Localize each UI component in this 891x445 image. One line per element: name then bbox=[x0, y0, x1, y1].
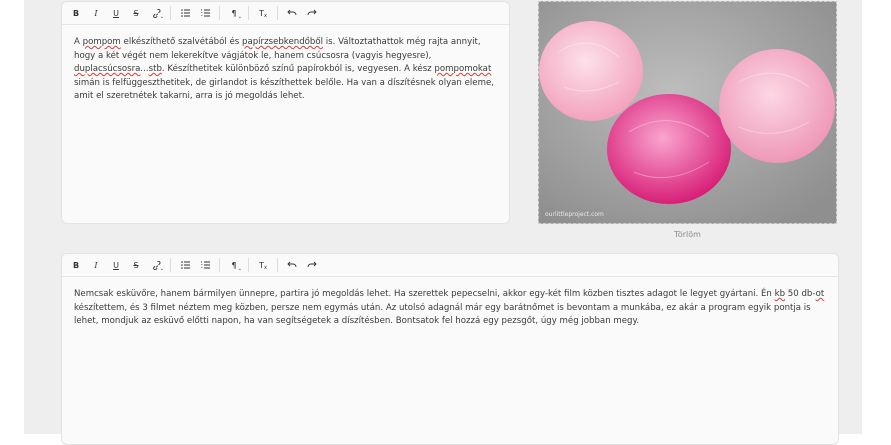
spellcheck-word: pompomokat bbox=[434, 64, 492, 74]
spellcheck-word: stb bbox=[148, 64, 162, 74]
undo-button[interactable] bbox=[282, 3, 302, 23]
delete-image-link[interactable]: Törlöm bbox=[538, 230, 837, 239]
toolbar-divider bbox=[170, 6, 171, 20]
toolbar-divider bbox=[277, 258, 278, 272]
text-editor-1[interactable]: B I U S ⌄ ¶ ⌄ Tx A pompom elkészíthető sz… bbox=[61, 1, 510, 224]
redo-button[interactable] bbox=[302, 255, 322, 275]
editor-toolbar: B I U S ⌄ ¶ ⌄ Tx bbox=[62, 2, 509, 25]
numbered-list-button[interactable] bbox=[195, 255, 215, 275]
link-button[interactable]: ⌄ bbox=[146, 255, 166, 275]
redo-icon bbox=[307, 9, 317, 16]
paragraph-icon: ¶ bbox=[231, 260, 237, 270]
italic-button[interactable]: I bbox=[86, 255, 106, 275]
bullet-list-icon bbox=[180, 9, 190, 17]
editor-toolbar: B I U S ⌄ ¶ ⌄ Tx bbox=[62, 254, 838, 277]
toolbar-divider bbox=[170, 258, 171, 272]
bullet-list-icon bbox=[180, 261, 190, 269]
paragraph-button[interactable]: ¶ ⌄ bbox=[224, 3, 244, 23]
pale-pink-pompom bbox=[539, 21, 643, 121]
pompom-photo: ourlittleproject.com bbox=[538, 1, 837, 224]
text-run: 50 db- bbox=[785, 289, 816, 299]
text-run: Nemcsak esküvőre, hanem bármilyen ünnepr… bbox=[74, 289, 775, 299]
numbered-list-icon bbox=[200, 9, 210, 17]
bold-button[interactable]: B bbox=[66, 255, 86, 275]
toolbar-divider bbox=[219, 258, 220, 272]
text-run: A bbox=[74, 37, 83, 47]
clear-format-button[interactable]: Tx bbox=[253, 3, 273, 23]
spellcheck-word: kb bbox=[774, 289, 786, 299]
text-run: . Készíthetitek különböző színű papírokb… bbox=[161, 64, 435, 74]
image-watermark: ourlittleproject.com bbox=[545, 211, 604, 218]
toolbar-divider bbox=[277, 6, 278, 20]
undo-button[interactable] bbox=[282, 255, 302, 275]
editor-content-1[interactable]: A pompom elkészíthető szalvétából és pap… bbox=[62, 25, 509, 104]
text-run: készítettem, és 3 filmet néztem meg közb… bbox=[74, 302, 811, 327]
paragraph-button[interactable]: ¶ ⌄ bbox=[224, 255, 244, 275]
spellcheck-word: papírzsebkendőből bbox=[241, 37, 324, 47]
strikethrough-button[interactable]: S bbox=[126, 3, 146, 23]
text-run: ... bbox=[140, 64, 149, 74]
text-run: simán is felfüggeszthetitek, de girlando… bbox=[74, 77, 494, 102]
bold-button[interactable]: B bbox=[66, 3, 86, 23]
clear-format-button[interactable]: Tx bbox=[253, 255, 273, 275]
underline-button[interactable]: U bbox=[106, 3, 126, 23]
editor-content-2[interactable]: Nemcsak esküvőre, hanem bármilyen ünnepr… bbox=[62, 277, 838, 329]
spellcheck-word: pompom bbox=[82, 37, 121, 47]
underline-button[interactable]: U bbox=[106, 255, 126, 275]
redo-icon bbox=[307, 261, 317, 268]
link-button[interactable]: ⌄ bbox=[146, 3, 166, 23]
undo-icon bbox=[287, 261, 297, 268]
text-editor-2[interactable]: B I U S ⌄ ¶ ⌄ Tx Nemcsak esküvőre, hanem … bbox=[61, 253, 839, 445]
pompom-image bbox=[539, 2, 836, 223]
toolbar-divider bbox=[248, 258, 249, 272]
spellcheck-word: ot bbox=[815, 289, 825, 299]
toolbar-divider bbox=[219, 6, 220, 20]
bullet-list-button[interactable] bbox=[175, 255, 195, 275]
undo-icon bbox=[287, 9, 297, 16]
italic-button[interactable]: I bbox=[86, 3, 106, 23]
numbered-list-button[interactable] bbox=[195, 3, 215, 23]
strikethrough-button[interactable]: S bbox=[126, 255, 146, 275]
numbered-list-icon bbox=[200, 261, 210, 269]
spellcheck-word: duplacsúcsosra bbox=[74, 64, 141, 74]
bullet-list-button[interactable] bbox=[175, 3, 195, 23]
hot-pink-pompom bbox=[607, 94, 731, 204]
text-run: elkészíthető szalvétából és bbox=[120, 37, 242, 47]
light-pink-pompom bbox=[719, 49, 835, 163]
redo-button[interactable] bbox=[302, 3, 322, 23]
paragraph-icon: ¶ bbox=[231, 8, 237, 18]
toolbar-divider bbox=[248, 6, 249, 20]
